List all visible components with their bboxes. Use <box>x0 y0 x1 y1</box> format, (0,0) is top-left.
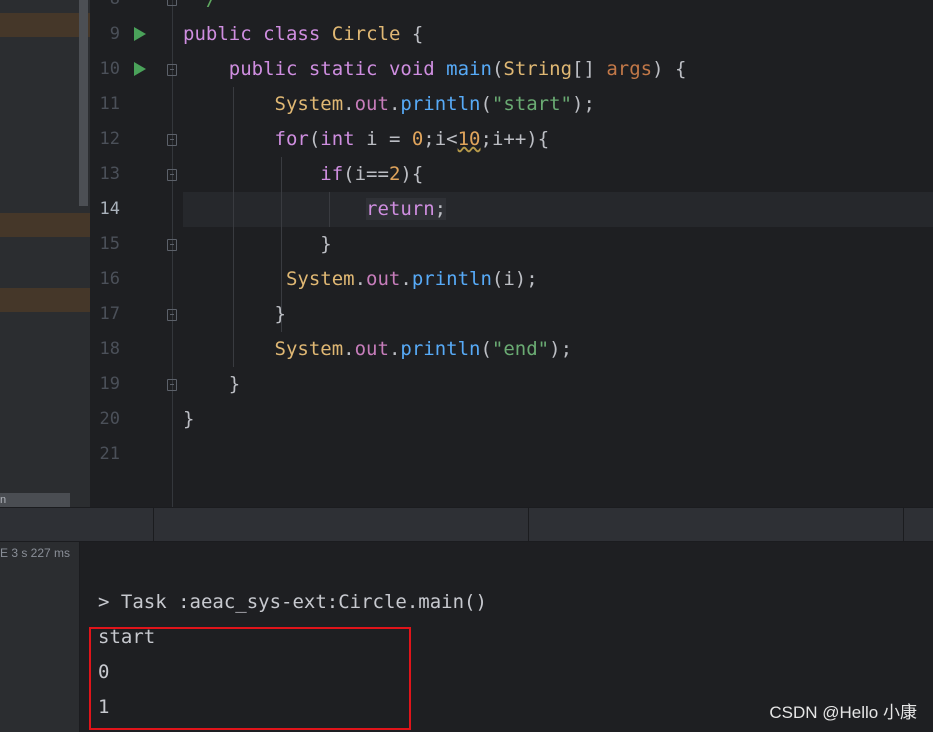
line-number: 8 <box>90 0 120 17</box>
line-number: 21 <box>99 444 120 464</box>
project-item-highlight[interactable] <box>0 213 90 237</box>
tool-window-header <box>0 507 933 543</box>
code-line-10: public static void main(String[] args) { <box>228 58 687 80</box>
tool-window-tab[interactable] <box>528 508 904 543</box>
tool-window-tab[interactable] <box>903 508 933 543</box>
fold-icon[interactable] <box>167 169 177 181</box>
line-number: 13 <box>99 164 120 184</box>
console-task-line: > Task :aeac_sys-ext:Circle.main() <box>98 591 487 613</box>
line-number: 18 <box>99 339 120 359</box>
code-line-20: } <box>183 408 195 430</box>
project-panel: n <box>0 0 90 507</box>
line-number: 11 <box>99 94 120 114</box>
fold-icon[interactable] <box>167 0 177 6</box>
line-number: 12 <box>99 129 120 149</box>
fold-icon[interactable] <box>167 309 177 321</box>
code-line-9: public class Circle { <box>183 23 424 45</box>
gutter-line-21: 21 <box>90 437 250 472</box>
run-icon[interactable] <box>134 62 146 76</box>
line-number: 17 <box>99 304 120 324</box>
fold-icon[interactable] <box>167 64 177 76</box>
build-time-label: E 3 s 227 ms <box>0 546 71 560</box>
gutter-line: 8 <box>90 0 250 17</box>
watermark: CSDN @Hello 小康 <box>769 703 917 722</box>
run-icon[interactable] <box>134 27 146 41</box>
line-number: 10 <box>99 59 120 79</box>
code-line-19: } <box>228 373 241 395</box>
code-line-12: for(int i = 0;i<10;i++){ <box>274 128 550 150</box>
code-line-18: System.out.println("end"); <box>274 338 573 360</box>
run-tree-panel: E 3 s 227 ms <box>0 542 80 732</box>
code-line-8: */ <box>183 0 217 17</box>
code-line-14: return; <box>366 198 447 220</box>
project-item-highlight[interactable] <box>0 13 90 37</box>
fold-icon[interactable] <box>167 134 177 146</box>
line-number: 19 <box>99 374 120 394</box>
line-number: 20 <box>99 409 120 429</box>
project-bottom-tab[interactable]: n <box>0 493 70 507</box>
code-line-16: System.out.println(i); <box>285 268 538 290</box>
code-line-11: System.out.println("start"); <box>274 93 595 115</box>
line-number-current: 14 <box>99 199 120 219</box>
code-line-17: } <box>274 303 286 325</box>
code-line-13: if(i==2){ <box>320 163 424 185</box>
output-highlight-box <box>89 627 411 730</box>
fold-icon[interactable] <box>167 239 177 251</box>
gutter-line-20: 20 <box>90 402 250 437</box>
tool-window-tab[interactable] <box>153 508 529 543</box>
line-number: 9 <box>109 24 120 44</box>
project-item-highlight[interactable] <box>0 288 90 312</box>
line-number: 15 <box>99 234 120 254</box>
project-scrollbar[interactable] <box>79 0 88 206</box>
code-line-15: } <box>320 233 332 255</box>
fold-icon[interactable] <box>167 379 177 391</box>
line-number: 16 <box>99 269 120 289</box>
code-editor[interactable]: 8 */ 9 10 11 12 13 14 15 16 17 18 19 <box>90 0 933 507</box>
